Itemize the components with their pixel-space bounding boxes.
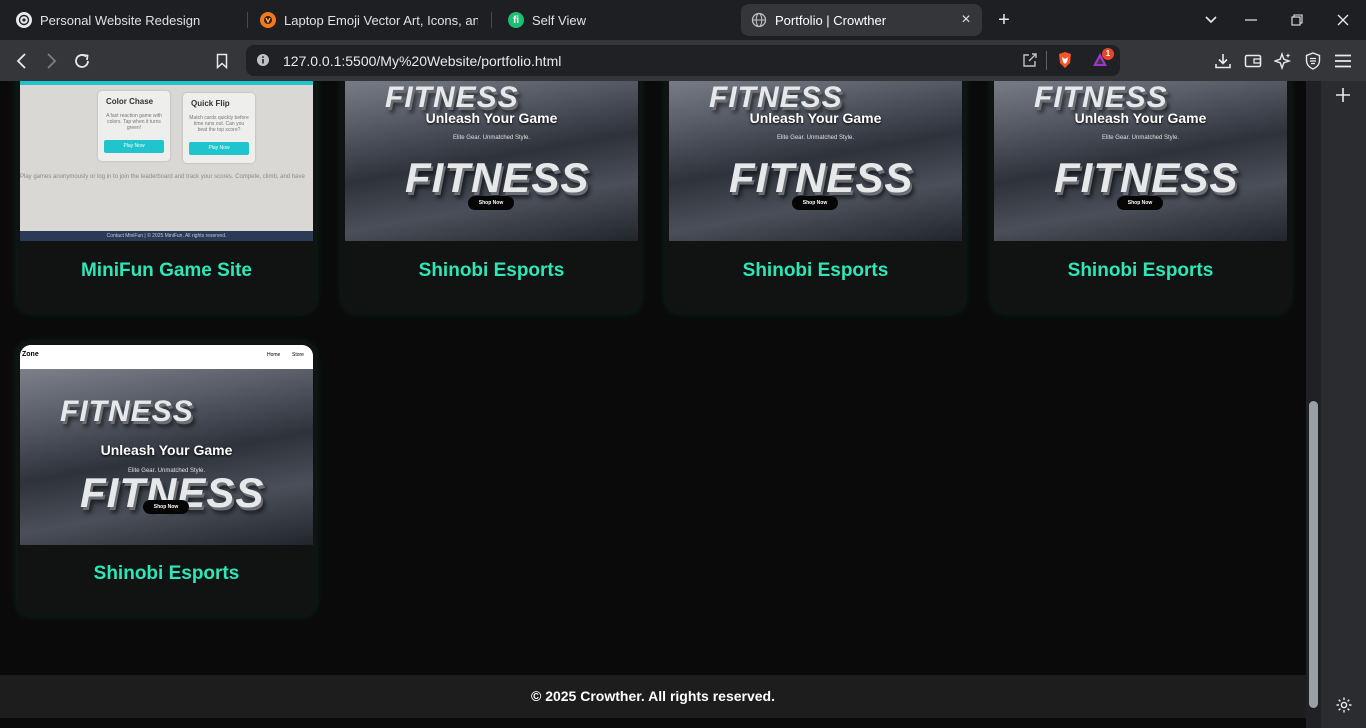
project-title: Shinobi Esports <box>1067 260 1214 281</box>
brave-shields-icon[interactable] <box>1057 51 1073 74</box>
share-icon[interactable] <box>1022 52 1038 73</box>
address-bar[interactable]: 127.0.0.1:5500/My%20Website/portfolio.ht… <box>246 45 1120 76</box>
game-name: Quick Flip <box>191 99 230 108</box>
project-thumbnail: Zone Home Store FITNESS FITNESS Unleash … <box>20 345 313 545</box>
preview-game-card: Color Chase A fast reaction game with co… <box>98 91 170 161</box>
tab-self-view[interactable]: fi Self View <box>498 4 736 36</box>
preview-headline: Unleash Your Game <box>1074 110 1207 126</box>
preview-nav: Zone Home Store <box>20 345 313 369</box>
settings-gear-icon[interactable] <box>1335 696 1353 714</box>
tab-separator <box>247 12 248 28</box>
rewards-badge: 1 <box>1102 48 1114 60</box>
play-now-button: Play Now <box>104 140 164 153</box>
add-panel-icon[interactable] <box>1334 86 1352 104</box>
shop-now-button: Shop Now <box>143 500 189 514</box>
project-title: MiniFun Game Site <box>80 260 253 281</box>
fiverr-icon: fi <box>508 12 524 28</box>
preview-headline: Unleash Your Game <box>425 110 558 126</box>
shop-now-button: Shop Now <box>792 196 838 210</box>
project-thumbnail: Color Chase A fast reaction game with co… <box>20 81 313 241</box>
sidebar-panel <box>1321 81 1366 728</box>
preview-tagline: Elite Gear. Unmatched Style. <box>776 135 855 141</box>
preview-nav-link: Store <box>292 352 304 358</box>
game-desc: A fast reaction game with colors. Tap wh… <box>106 113 162 131</box>
project-thumbnail: FITNESS FITNESS Unleash Your Game Elite … <box>345 81 638 241</box>
portfolio-page: Color Chase A fast reaction game with co… <box>0 81 1306 728</box>
tab-title: Portfolio | Crowther <box>775 12 887 28</box>
preview-tagline: Elite Gear. Unmatched Style. <box>452 135 531 141</box>
openai-icon <box>16 12 32 28</box>
backdrop-text: FITNESS <box>1054 154 1239 201</box>
project-card-shinobi-esports[interactable]: Zone Home Store FITNESS FITNESS Unleash … <box>17 342 316 616</box>
tab-title: Laptop Emoji Vector Art, Icons, and G <box>284 12 478 28</box>
globe-icon <box>751 12 767 28</box>
restore-icon[interactable] <box>1274 0 1320 40</box>
reload-icon[interactable] <box>69 48 95 74</box>
backdrop-text: FITNESS <box>60 395 194 428</box>
game-desc: Match cards quickly before time runs out… <box>189 115 249 133</box>
download-icon[interactable] <box>1210 48 1236 74</box>
tab-separator <box>491 12 492 28</box>
preview-headline: Unleash Your Game <box>749 110 882 126</box>
vecteezy-icon <box>260 12 276 28</box>
vpn-icon[interactable] <box>1300 48 1326 74</box>
project-thumbnail: FITNESS FITNESS Unleash Your Game Elite … <box>994 81 1287 241</box>
forward-icon[interactable] <box>38 48 64 74</box>
project-title: Shinobi Esports <box>418 260 565 281</box>
preview-footer: Contact MiniFun | © 2025 MiniFun. All ri… <box>20 231 313 241</box>
play-now-button: Play Now <box>189 142 249 155</box>
project-card-shinobi-esports[interactable]: FITNESS FITNESS Unleash Your Game Elite … <box>666 81 965 313</box>
close-window-icon[interactable] <box>1320 0 1366 40</box>
minimize-icon[interactable] <box>1228 0 1274 40</box>
preview-headline: Unleash Your Game <box>100 442 233 458</box>
bookmark-icon[interactable] <box>209 48 235 74</box>
tab-laptop-emoji[interactable]: Laptop Emoji Vector Art, Icons, and G <box>250 4 488 36</box>
site-info-icon[interactable] <box>256 53 270 72</box>
shop-now-button: Shop Now <box>1117 196 1163 210</box>
tab-title: Personal Website Redesign <box>40 12 201 28</box>
project-title: Shinobi Esports <box>93 563 240 584</box>
omnibox-divider <box>1046 51 1047 70</box>
page-scrollbar[interactable] <box>1306 81 1321 728</box>
game-name: Color Chase <box>106 97 154 106</box>
project-card-shinobi-esports[interactable]: FITNESS FITNESS Unleash Your Game Elite … <box>991 81 1290 313</box>
back-icon[interactable] <box>9 48 35 74</box>
tab-title: Self View <box>532 12 586 28</box>
project-title: Shinobi Esports <box>742 260 889 281</box>
preview-game-card: Quick Flip Match cards quickly before ti… <box>183 93 255 163</box>
project-card-minifun[interactable]: Color Chase A fast reaction game with co… <box>17 81 316 313</box>
tab-bar: Personal Website Redesign Laptop Emoji V… <box>0 0 1366 40</box>
close-tab-icon[interactable]: × <box>958 12 974 28</box>
new-tab-icon[interactable]: + <box>991 7 1017 33</box>
project-card-shinobi-esports[interactable]: FITNESS FITNESS Unleash Your Game Elite … <box>342 81 641 313</box>
project-thumbnail: FITNESS FITNESS Unleash Your Game Elite … <box>669 81 962 241</box>
preview-header-strip <box>20 81 313 85</box>
preview-tagline: Elite Gear. Unmatched Style. <box>1101 135 1180 141</box>
preview-brand: Zone <box>22 351 39 358</box>
preview-tagline: Elite Gear. Unmatched Style. <box>127 468 206 474</box>
backdrop-text: FITNESS <box>729 154 914 201</box>
wallet-icon[interactable] <box>1240 48 1266 74</box>
preview-nav-link: Home <box>267 352 281 358</box>
preview-blurb: Play games anonymously or log in to join… <box>20 174 305 180</box>
shop-now-button: Shop Now <box>468 196 514 210</box>
backdrop-text: FITNESS <box>405 154 590 201</box>
url-text: 127.0.0.1:5500/My%20Website/portfolio.ht… <box>283 53 562 69</box>
site-footer: © 2025 Crowther. All rights reserved. <box>0 675 1306 718</box>
scrollbar-thumb[interactable] <box>1309 401 1318 708</box>
menu-icon[interactable] <box>1330 48 1356 74</box>
tab-personal-website-redesign[interactable]: Personal Website Redesign <box>6 4 244 36</box>
tab-portfolio-crowther[interactable]: Portfolio | Crowther × <box>741 4 982 36</box>
leo-ai-icon[interactable] <box>1270 48 1296 74</box>
